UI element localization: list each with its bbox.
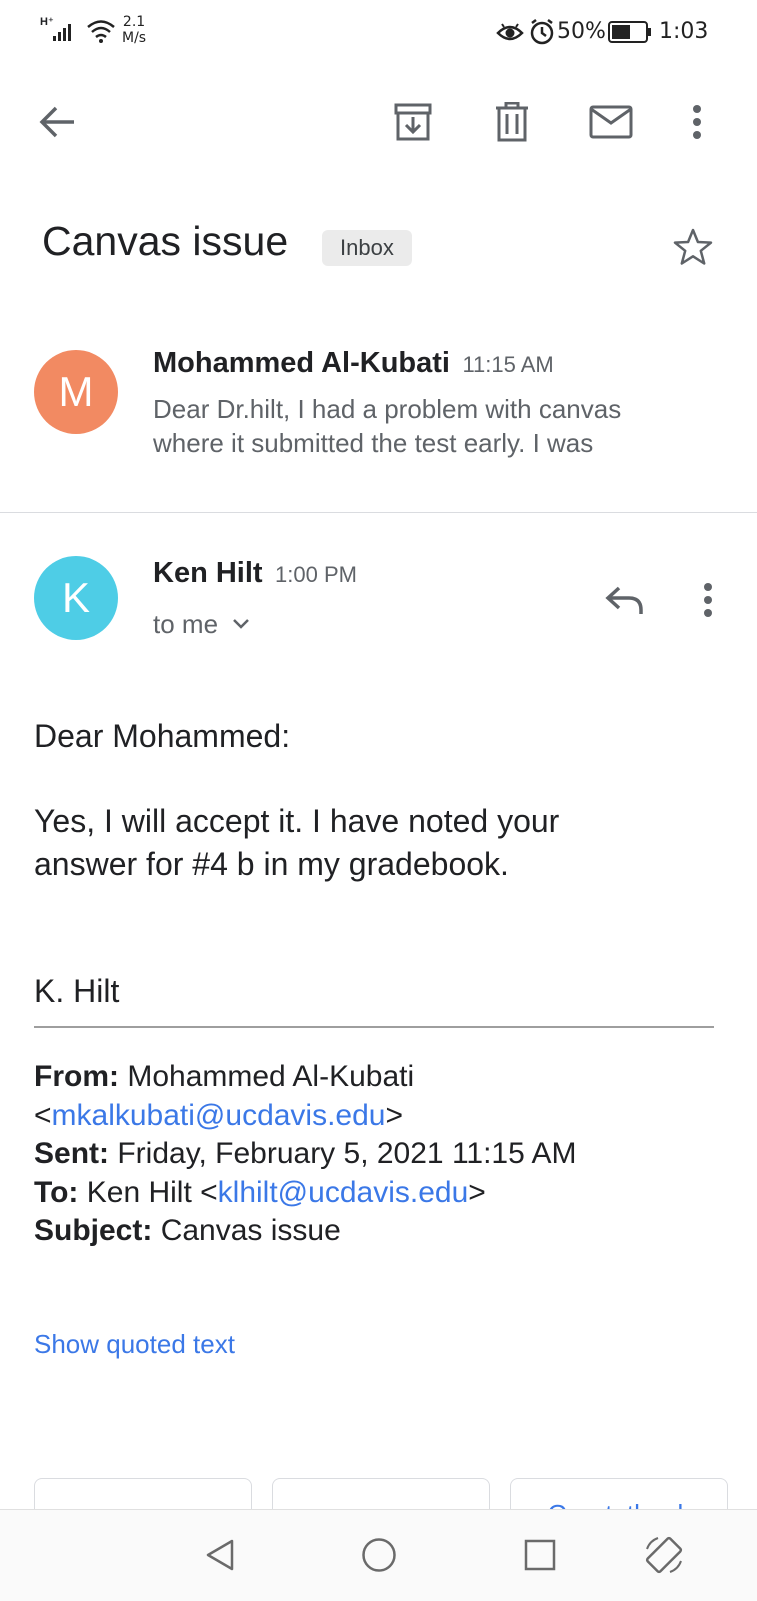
from-name: Mohammed Al-Kubati <box>127 1060 415 1093</box>
nav-recents-icon <box>524 1539 556 1571</box>
signature-rule <box>34 1026 714 1028</box>
bracket: < <box>34 1098 52 1132</box>
body-line: answer for #4 b in my gradebook. <box>34 846 509 882</box>
bracket: > <box>468 1175 486 1209</box>
divider <box>0 512 757 513</box>
to-name: Ken Hilt < <box>86 1175 218 1209</box>
archive-button[interactable] <box>388 97 438 147</box>
mark-unread-icon <box>589 105 633 139</box>
message-collapsed[interactable]: M Mohammed Al-Kubati 11:15 AM Dear Dr.hi… <box>0 330 757 510</box>
nav-home-button[interactable] <box>354 1530 404 1580</box>
sent-label: Sent: <box>34 1137 109 1170</box>
quoted-header: From: Mohammed Al-Kubati <mkalkubati@ucd… <box>34 1058 724 1251</box>
body-greeting: Dear Mohammed: <box>34 718 291 754</box>
signal-icon <box>53 24 71 41</box>
wifi-icon <box>87 20 115 43</box>
signature: K. Hilt <box>34 973 120 1009</box>
nav-back-button[interactable] <box>195 1530 245 1580</box>
chevron-down-icon <box>233 619 249 629</box>
recipient-text: to me <box>153 609 219 639</box>
sender-name: Ken Hilt <box>153 557 263 589</box>
avatar: K <box>34 556 118 640</box>
network-speed: 2.1 M/s <box>122 14 146 46</box>
nav-recents-button[interactable] <box>515 1530 565 1580</box>
reply-button[interactable] <box>598 575 652 625</box>
more-vert-icon <box>693 105 701 139</box>
back-arrow-icon <box>39 106 74 138</box>
sent-line: Sent: Friday, February 5, 2021 11:15 AM <box>34 1135 724 1174</box>
delete-button[interactable] <box>487 97 537 147</box>
to-email-link[interactable]: klhilt@ucdavis.edu <box>218 1176 469 1209</box>
mark-unread-button[interactable] <box>585 97 637 147</box>
alarm-icon <box>530 19 554 45</box>
archive-icon <box>394 103 432 141</box>
avatar: M <box>34 350 118 434</box>
sent-value: Friday, February 5, 2021 11:15 AM <box>117 1137 577 1170</box>
star-button[interactable] <box>668 222 718 272</box>
status-bar: H⁺ 2.1 M/s 50% 1:03 <box>0 0 757 64</box>
rotate-button[interactable] <box>637 1528 691 1582</box>
nav-home-icon <box>362 1538 396 1572</box>
battery-percent: 50% <box>557 19 606 44</box>
message-header: Ken Hilt 1:00 PM <box>153 557 357 590</box>
reply-icon <box>605 586 643 614</box>
to-label: To: <box>34 1175 79 1209</box>
nav-back-icon <box>206 1539 234 1571</box>
back-button[interactable] <box>30 95 84 149</box>
message-header: Mohammed Al-Kubati 11:15 AM <box>153 347 554 380</box>
clock: 1:03 <box>659 19 709 44</box>
eye-comfort-icon <box>496 23 524 41</box>
subject-value: Canvas issue <box>160 1214 341 1247</box>
battery-icon <box>608 21 651 43</box>
system-nav-bar <box>0 1509 757 1601</box>
message-snippet: Dear Dr.hilt, I had a problem with canva… <box>153 392 621 460</box>
inbox-label[interactable]: Inbox <box>322 230 412 266</box>
speed-value: 2.1 <box>122 14 146 30</box>
screen-rotate-icon <box>645 1536 683 1574</box>
speed-unit: M/s <box>122 30 147 46</box>
subject-line: Subject: Canvas issue <box>34 1212 724 1251</box>
message-time: 11:15 AM <box>462 352 554 377</box>
subject-label: Subject: <box>34 1214 153 1247</box>
delete-icon <box>496 102 528 142</box>
show-quoted-text-link[interactable]: Show quoted text <box>34 1329 235 1360</box>
from-email-link[interactable]: mkalkubati@ucdavis.edu <box>52 1099 386 1132</box>
sender-name: Mohammed Al-Kubati <box>153 347 450 379</box>
thread-subject: Canvas issue <box>42 218 289 264</box>
from-label: From: <box>34 1060 119 1093</box>
body-line: Yes, I will accept it. I have noted your <box>34 803 560 839</box>
star-icon <box>673 228 713 265</box>
recipient-details-toggle[interactable]: to me <box>153 607 250 641</box>
from-line: From: Mohammed Al-Kubati <box>34 1058 724 1097</box>
snippet-line: Dear Dr.hilt, I had a problem with canva… <box>153 394 622 424</box>
to-line: To: Ken Hilt <klhilt@ucdavis.edu> <box>34 1174 724 1213</box>
message-more-button[interactable] <box>686 575 730 625</box>
more-vert-icon <box>704 583 712 617</box>
bracket: > <box>385 1098 404 1132</box>
more-options-button[interactable] <box>675 97 719 147</box>
from-email-line: <mkalkubati@ucdavis.edu> <box>34 1097 724 1136</box>
message-time: 1:00 PM <box>275 562 357 587</box>
snippet-line: where it submitted the test early. I was <box>153 428 594 458</box>
